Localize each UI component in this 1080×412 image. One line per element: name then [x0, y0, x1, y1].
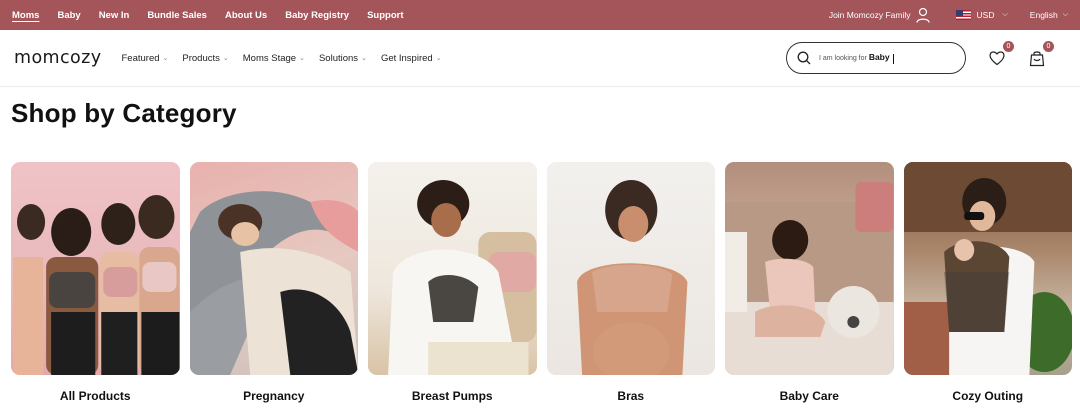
toplink-bundle-sales[interactable]: Bundle Sales — [147, 10, 207, 21]
category-image[interactable] — [189, 162, 358, 375]
language-selector[interactable]: English ⌵ — [1030, 10, 1068, 20]
chevron-down-icon: ⌄ — [162, 55, 169, 62]
join-label: Join Momcozy Family — [828, 10, 911, 20]
language-label: English — [1029, 10, 1058, 20]
category-image[interactable] — [368, 162, 537, 375]
category-label[interactable]: Cozy Outing — [904, 389, 1073, 403]
category-label[interactable]: Pregnancy — [190, 389, 359, 403]
nav-moms-stage[interactable]: Moms Stage ⌄ — [243, 53, 305, 64]
category-image[interactable] — [11, 162, 180, 375]
category-card-cozy-outing[interactable]: Cozy Outing — [903, 162, 1073, 403]
currency-label: USD — [976, 10, 995, 20]
user-icon — [915, 7, 930, 23]
cart-count-badge: 0 — [1043, 41, 1054, 52]
join-family-link[interactable]: Join Momcozy Family — [829, 7, 930, 23]
nav-label: Moms Stage — [242, 52, 297, 64]
category-card-bras[interactable]: Bras — [546, 162, 716, 403]
chevron-down-icon: ⌵ — [1002, 11, 1008, 18]
toplink-new-in[interactable]: New In — [99, 10, 130, 21]
nav-label: Solutions — [318, 52, 359, 64]
search-icon[interactable] — [797, 51, 811, 65]
toplink-baby[interactable]: Baby — [57, 10, 80, 21]
category-card-pregnancy[interactable]: Pregnancy — [189, 162, 359, 403]
toplink-about-us[interactable]: About Us — [225, 10, 267, 21]
nav-products[interactable]: Products ⌄ — [182, 53, 228, 64]
top-announcement-bar: Moms Baby New In Bundle Sales About Us B… — [0, 0, 1080, 30]
currency-selector[interactable]: USD ⌵ — [955, 10, 1008, 20]
toplink-baby-registry[interactable]: Baby Registry — [285, 10, 349, 21]
nav-label: Products — [182, 52, 220, 64]
category-grid: All Products Pregnancy Breast Pumps Bras… — [11, 162, 1072, 403]
search-value: I am looking for Baby — [819, 52, 894, 64]
toplink-moms[interactable]: Moms — [12, 10, 39, 21]
search-input[interactable]: I am looking for Baby — [786, 42, 966, 74]
us-flag-icon — [955, 10, 971, 20]
top-links: Moms Baby New In Bundle Sales About Us B… — [12, 10, 404, 21]
category-label[interactable]: Breast Pumps — [368, 389, 537, 403]
chevron-down-icon: ⌄ — [361, 55, 367, 62]
category-image[interactable] — [903, 162, 1072, 375]
section-title: Shop by Category — [11, 98, 237, 128]
nav-featured[interactable]: Featured ⌄ — [121, 53, 168, 64]
wishlist-button[interactable]: 0 — [988, 41, 1014, 67]
cart-button[interactable]: 0 — [1028, 41, 1054, 67]
chevron-down-icon: ⌄ — [435, 55, 442, 62]
category-image[interactable] — [725, 162, 894, 375]
text-cursor — [892, 53, 894, 64]
main-navbar: momcozy Featured ⌄ Products ⌄ Moms Stage ⌄ … — [0, 30, 1080, 87]
category-image[interactable] — [546, 162, 715, 375]
toplink-support[interactable]: Support — [367, 10, 403, 21]
category-label[interactable]: Baby Care — [725, 389, 894, 403]
category-label[interactable]: Bras — [547, 389, 716, 403]
nav-get-inspired[interactable]: Get Inspired ⌄ — [381, 53, 442, 64]
category-card-all-products[interactable]: All Products — [11, 162, 180, 403]
category-card-baby-care[interactable]: Baby Care — [725, 162, 894, 403]
brand-logo[interactable]: momcozy — [14, 48, 101, 68]
search-prefix: I am looking for — [819, 55, 867, 63]
wishlist-count-badge: 0 — [1003, 41, 1014, 52]
nav-label: Get Inspired — [380, 52, 433, 64]
search-term: Baby — [868, 52, 890, 63]
category-label[interactable]: All Products — [11, 389, 180, 403]
chevron-down-icon: ⌄ — [222, 55, 229, 62]
nav-solutions[interactable]: Solutions ⌄ — [319, 53, 367, 64]
category-card-breast-pumps[interactable]: Breast Pumps — [368, 162, 537, 403]
cart-bag-icon — [1029, 51, 1045, 67]
main-menu: Featured ⌄ Products ⌄ Moms Stage ⌄ Solution… — [121, 53, 441, 64]
nav-label: Featured — [121, 52, 160, 64]
chevron-down-icon: ⌵ — [1062, 11, 1068, 18]
top-right-controls: Join Momcozy Family USD ⌵ English ⌵ — [829, 7, 1068, 23]
chevron-down-icon: ⌄ — [299, 55, 305, 62]
heart-icon — [989, 51, 1005, 66]
